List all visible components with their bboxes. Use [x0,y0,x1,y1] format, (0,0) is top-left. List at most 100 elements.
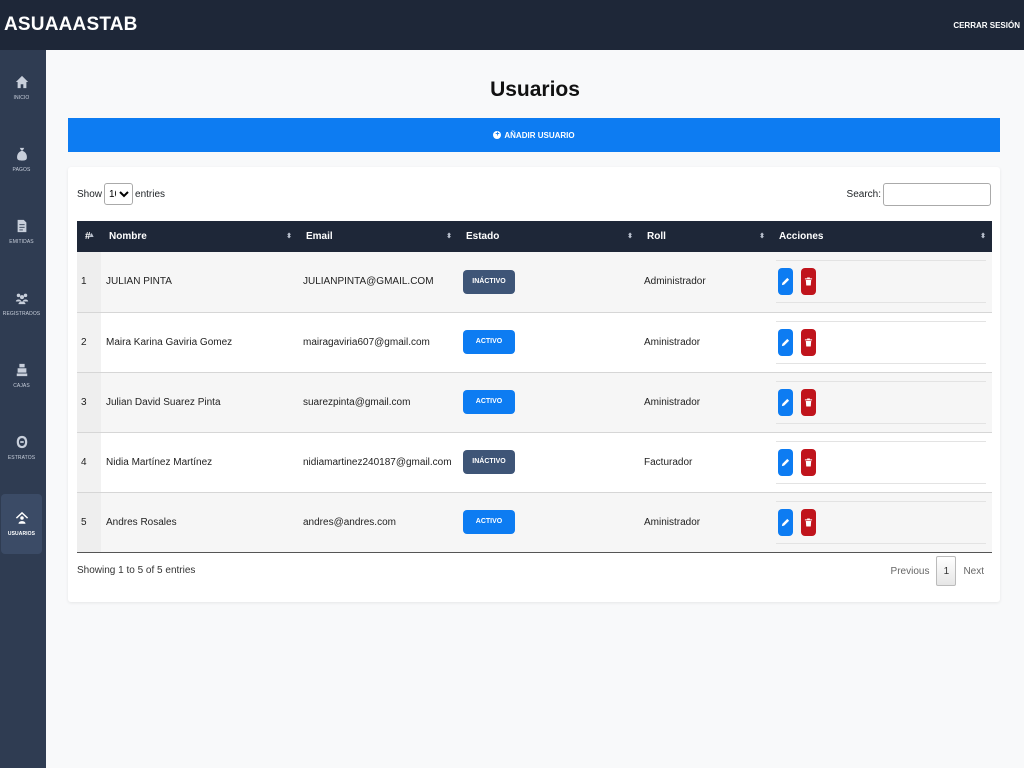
delete-button[interactable] [801,448,816,476]
logout-button[interactable]: CERRAR SESIÓN [953,21,1024,30]
user-house-icon [15,511,28,524]
trash-icon [804,277,813,286]
cell-nombre: Maira Karina Gaviria Gomez [106,336,233,348]
cell-email: andres@andres.com [303,516,396,528]
sidebar-item-cajas[interactable]: CAJAS [1,346,42,406]
status-badge[interactable]: ACTIVO [463,390,515,414]
plus-circle-icon: + [493,131,502,139]
brand-logo[interactable]: ASUAAASTAB [0,14,138,36]
table-row: 3 Julian David Suarez Pinta suarezpinta@… [77,372,992,432]
sort-icon: ⬍ [759,233,765,240]
status-badge[interactable]: ACTIVO [463,510,515,534]
table-row: 1 JULIAN PINTA JULIANPINTA@GMAIL.COM INÁ… [77,252,992,312]
search-input[interactable] [883,183,991,206]
row-actions [776,440,986,484]
cell-roll: Aministrador [644,396,701,408]
status-badge[interactable]: INÁCTIVO [463,269,515,294]
row-actions [776,500,986,544]
column-header-estado[interactable]: Estado ⬍ [458,221,639,252]
users-table: # ▲ Nombre ⬍ Email ⬍ Estado ⬍ Roll ⬍ Acciones… [77,221,992,553]
cell-number: 2 [77,312,101,372]
sidebar-item-inicio[interactable]: INICIO [1,58,42,118]
row-actions [776,260,986,304]
cell-roll: Aministrador [644,336,701,348]
table-row: 4 Nidia Martínez Martínez nidiamartinez2… [77,432,992,492]
table-row: 5 Andres Rosales andres@andres.com ACTIV… [77,492,992,552]
trash-icon [804,397,813,407]
pencil-icon [781,458,790,466]
layers-icon [16,435,27,449]
delete-button[interactable] [801,508,816,536]
status-badge[interactable]: ACTIVO [463,330,515,354]
sort-icon: ⬍ [627,233,633,240]
sidebar-item-pagos[interactable]: PAGOS [1,130,42,190]
trash-icon [804,337,813,347]
sidebar-item-label: EMITIDAS [9,239,34,245]
column-header-number[interactable]: # ▲ [77,221,101,252]
cash-register-icon [16,363,27,377]
edit-button[interactable] [778,268,793,296]
edit-button[interactable] [778,388,793,416]
trash-icon [804,457,813,467]
pencil-icon [781,398,790,406]
top-navbar: ASUAAASTAB CERRAR SESIÓN [0,0,1024,50]
cell-number: 1 [77,252,101,312]
sidebar-item-label: INICIO [13,95,30,101]
status-badge[interactable]: INÁCTIVO [463,450,515,474]
show-label: Show [77,188,103,200]
search-label: Search: [846,189,881,200]
cell-number: 3 [77,372,101,432]
pencil-icon [781,278,790,286]
cell-number: 5 [77,492,101,552]
cell-nombre: Julian David Suarez Pinta [106,396,221,408]
sidebar-item-label: USUARIOS [7,531,36,537]
sidebar-item-registrados[interactable]: REGISTRADOS [1,274,42,334]
delete-button[interactable] [801,268,816,296]
row-actions [776,380,986,424]
home-icon [15,75,28,89]
sidebar-item-label: ESTRATOS [7,455,36,461]
search-control: Search: [847,183,991,206]
sort-icon: ⬍ [980,233,986,240]
cell-email: nidiamartinez240187@gmail.com [303,456,452,468]
column-header-nombre[interactable]: Nombre ⬍ [101,221,298,252]
cell-nombre: Andres Rosales [106,516,177,528]
cell-number: 4 [77,432,101,492]
column-header-roll[interactable]: Roll ⬍ [639,221,771,252]
sidebar-item-emitidas[interactable]: EMITIDAS [1,202,42,262]
delete-button[interactable] [801,328,816,356]
cell-roll: Aministrador [644,516,701,528]
delete-button[interactable] [801,388,816,416]
cell-roll: Facturador [644,456,693,468]
entries-label: entries [135,188,166,200]
edit-button[interactable] [778,328,793,356]
table-info: Showing 1 to 5 of 5 entries [77,565,196,576]
page-button-current[interactable]: 1 [936,556,957,586]
table-header-row: # ▲ Nombre ⬍ Email ⬍ Estado ⬍ Roll ⬍ Acciones… [77,221,992,252]
sort-icon: ⬍ [286,233,292,240]
add-user-label: AÑADIR USUARIO [504,130,575,140]
page-length-select[interactable]: 10 [104,183,134,205]
column-header-email[interactable]: Email ⬍ [298,221,458,252]
edit-button[interactable] [778,448,793,476]
edit-button[interactable] [778,508,793,536]
column-header-acciones[interactable]: Acciones ⬍ [771,221,992,252]
users-group-icon [15,293,28,305]
table-row: 2 Maira Karina Gaviria Gomez mairagaviri… [77,312,992,372]
sort-icon: ⬍ [446,233,452,240]
users-table-card: Show 10 entries Search: # ▲ Nombre ⬍ Email… [68,167,1000,602]
pagination: Previous 1 Next [884,556,991,586]
page-title: Usuarios [490,78,580,101]
sidebar-item-usuarios[interactable]: USUARIOS [1,494,42,554]
cell-email: JULIANPINTA@GMAIL.COM [303,276,434,288]
cell-roll: Administrador [644,276,706,288]
sidebar-item-label: REGISTRADOS [2,311,41,317]
pencil-icon [781,518,790,526]
pencil-icon [781,338,790,346]
next-page-button[interactable]: Next [956,566,991,577]
money-bag-icon [16,147,27,161]
previous-page-button[interactable]: Previous [884,566,937,577]
add-user-button[interactable]: + AÑADIR USUARIO [68,118,1000,152]
trash-icon [804,517,813,527]
sidebar-item-estratos[interactable]: ESTRATOS [1,418,42,478]
